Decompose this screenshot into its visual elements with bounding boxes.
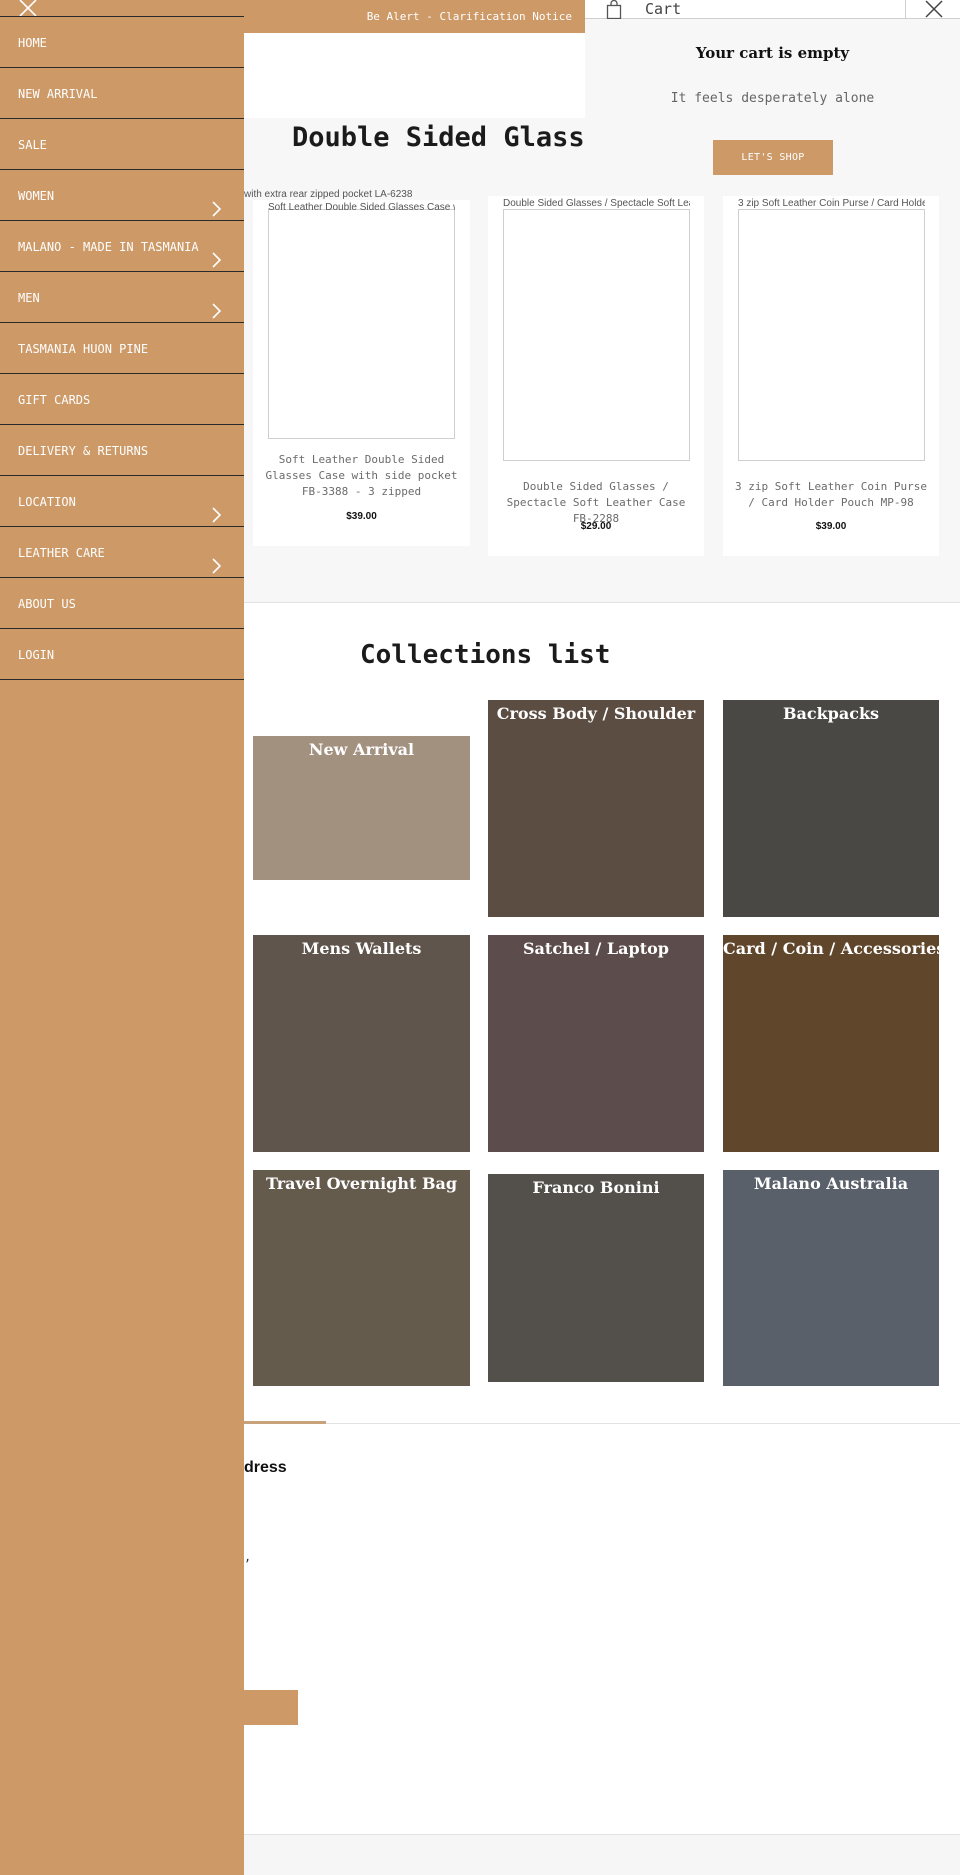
product-title[interactable]: 3 zip Soft Leather Coin Purse / Card Hol… (731, 479, 931, 511)
chevron-right-icon[interactable] (211, 201, 223, 217)
collections-title: Collections list (360, 640, 611, 670)
nav-item-label: NEW ARRIVAL (18, 87, 98, 101)
product-price: $39.00 (346, 511, 377, 522)
footer-heading: dress (244, 1459, 287, 1476)
nav-item-label: WOMEN (18, 189, 55, 203)
collection-tile[interactable]: Cross Body / Shoulder (488, 700, 704, 917)
nav-item[interactable]: HOME (0, 17, 244, 68)
footer-submit-button[interactable] (244, 1690, 298, 1725)
nav-item[interactable]: ABOUT US (0, 578, 244, 629)
product-title[interactable]: Double Sided Glasses / Spectacle Soft Le… (496, 479, 696, 527)
cart-close-button[interactable] (905, 0, 960, 19)
nav-item[interactable]: MEN (0, 272, 244, 323)
collection-label: Cross Body / Shoulder (496, 704, 696, 723)
offscreen-product-caption[interactable]: with extra rear zipped pocket LA-6238 (244, 189, 412, 200)
chevron-right-icon[interactable] (211, 252, 223, 268)
collection-label: New Arrival (308, 740, 415, 759)
close-icon (925, 0, 943, 18)
chevron-right-icon[interactable] (211, 507, 223, 523)
nav-item-label: TASMANIA HUON PINE (18, 342, 149, 356)
collection-tile[interactable]: Franco Bonini (488, 1174, 704, 1382)
product-card[interactable]: 3 zip Soft Leather Coin Purse / Card Hol… (723, 196, 939, 556)
nav-item-label: MEN (18, 291, 40, 305)
accent-rule (244, 1421, 326, 1424)
nav-item-label: LOGIN (18, 648, 55, 662)
collection-label: Card / Coin / Accessories (723, 939, 946, 958)
nav-item[interactable]: NEW ARRIVAL (0, 68, 244, 119)
nav-item-label: HOME (18, 36, 47, 50)
cart-drawer: Cart Your cart is empty It feels despera… (585, 0, 960, 192)
collection-tile[interactable]: Backpacks (723, 700, 939, 917)
nav-item-label: GIFT CARDS (18, 393, 91, 407)
nav-item[interactable]: DELIVERY & RETURNS (0, 425, 244, 476)
collection-tile[interactable]: Mens Wallets (253, 935, 470, 1152)
nav-item[interactable]: GIFT CARDS (0, 374, 244, 425)
product-image-alt: 3 zip Soft Leather Coin Purse / Card Hol… (738, 198, 925, 209)
collection-label: Mens Wallets (301, 939, 422, 958)
nav-item-label: LOCATION (18, 495, 76, 509)
product-price: $39.00 (815, 521, 847, 532)
product-price: $29.00 (580, 521, 612, 532)
nav-item[interactable]: LOCATION (0, 476, 244, 527)
nav-item[interactable]: LEATHER CARE (0, 527, 244, 578)
close-icon (19, 0, 37, 17)
collection-tile[interactable]: Malano Australia (723, 1170, 939, 1386)
shopping-bag-icon (605, 0, 623, 20)
collection-tile[interactable]: New Arrival (253, 736, 470, 880)
collection-label: Satchel / Laptop (523, 939, 669, 958)
featured-title: Double Sided Glasses (292, 122, 618, 153)
cart-header: Cart (585, 0, 960, 20)
collection-tile[interactable]: Satchel / Laptop (488, 935, 704, 1152)
nav-item-label: ABOUT US (18, 597, 76, 611)
product-image[interactable] (738, 209, 925, 461)
cart-empty-subtitle: It feels desperately alone (670, 91, 875, 106)
nav-item-label: MALANO - MADE IN TASMANIA (18, 240, 199, 254)
chevron-right-icon[interactable] (211, 558, 223, 574)
product-image-alt: Soft Leather Double Sided Glasses Case w… (268, 202, 455, 213)
collection-tile[interactable]: Card / Coin / Accessories (723, 935, 946, 1152)
nav-drawer: HOME NEW ARRIVAL SALE WOMEN MALANO - MADE IN… (0, 0, 244, 1875)
collection-label: Travel Overnight Bag (265, 1174, 458, 1193)
nav-item[interactable]: SALE (0, 119, 244, 170)
lets-shop-button[interactable]: LET'S SHOP (713, 140, 833, 175)
nav-item-label: LEATHER CARE (18, 546, 105, 560)
announcement-text[interactable]: Be Alert - Clarification Notice (367, 10, 572, 23)
nav-item-label: SALE (18, 138, 47, 152)
nav-item[interactable]: WOMEN (0, 170, 244, 221)
cart-title: Cart (645, 0, 682, 18)
nav-item[interactable]: MALANO - MADE IN TASMANIA (0, 221, 244, 272)
footer-text-fragment: , (244, 1550, 252, 1564)
collection-label: Franco Bonini (532, 1178, 660, 1197)
product-card[interactable]: Double Sided Glasses / Spectacle Soft Le… (488, 196, 704, 556)
nav-item[interactable]: TASMANIA HUON PINE (0, 323, 244, 374)
collection-label: Malano Australia (753, 1174, 909, 1193)
product-image[interactable] (503, 209, 690, 461)
cart-empty-title: Your cart is empty (695, 44, 850, 62)
product-image[interactable] (268, 209, 455, 439)
product-title[interactable]: Soft Leather Double Sided Glasses Case w… (261, 452, 462, 500)
collection-tile[interactable]: Travel Overnight Bag (253, 1170, 470, 1386)
nav-item[interactable]: LOGIN (0, 629, 244, 680)
product-card[interactable]: Soft Leather Double Sided Glasses Case w… (253, 200, 470, 546)
product-image-alt: Double Sided Glasses / Spectacle Soft Le… (503, 198, 690, 209)
nav-item-label: DELIVERY & RETURNS (18, 444, 149, 458)
collection-label: Backpacks (782, 704, 880, 723)
nav-close-button[interactable] (18, 0, 38, 17)
chevron-right-icon[interactable] (211, 303, 223, 319)
